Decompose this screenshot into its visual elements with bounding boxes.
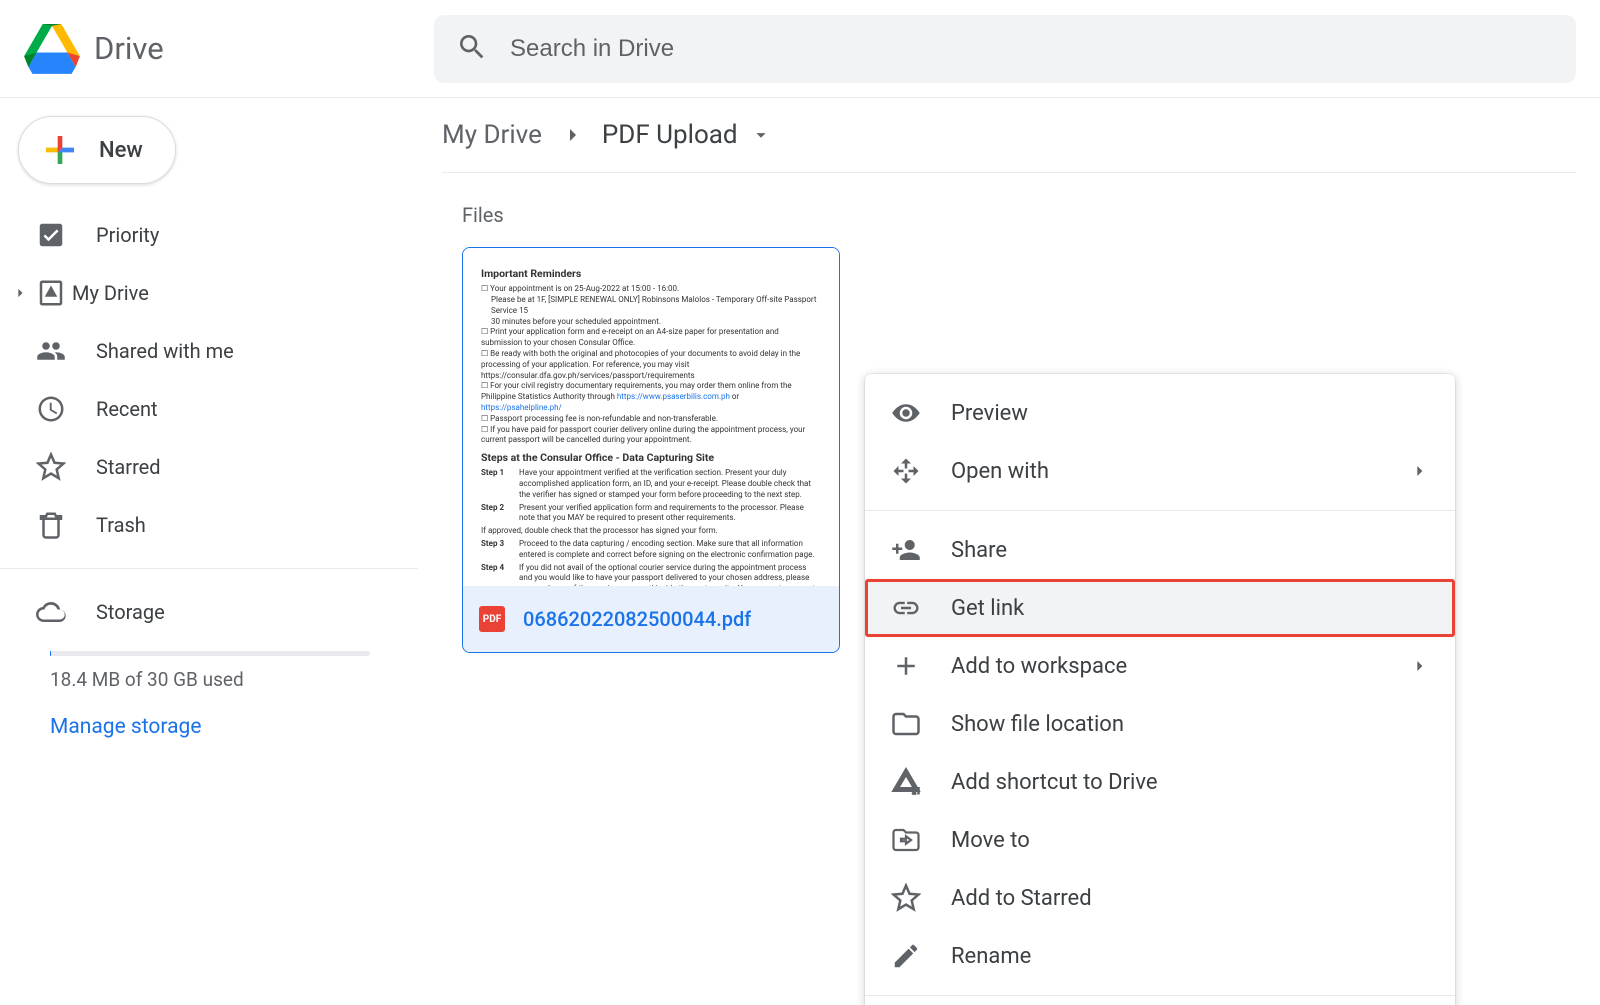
shared-icon [36, 336, 66, 366]
drive-logo-icon [24, 24, 80, 74]
menu-label: Add to workspace [951, 654, 1127, 679]
pdf-icon: PDF [479, 606, 505, 632]
file-thumbnail: Important Reminders ☐ Your appointment i… [463, 248, 839, 586]
menu-add-shortcut[interactable]: Add shortcut to Drive [865, 753, 1455, 811]
menu-get-link[interactable]: Get link [865, 579, 1455, 637]
sidebar-item-label: Shared with me [96, 339, 234, 363]
menu-open-with[interactable]: Open with [865, 442, 1455, 500]
pencil-icon [891, 941, 921, 971]
sidebar-item-label: Storage [96, 600, 165, 624]
file-name: 06862022082500044.pdf [523, 607, 751, 631]
sidebar-item-label: Trash [96, 513, 146, 537]
sidebar-item-starred[interactable]: Starred [0, 438, 388, 496]
open-with-icon [891, 456, 921, 486]
chevron-right-icon [1409, 461, 1429, 481]
breadcrumb-current-label: PDF Upload [602, 120, 738, 150]
move-icon [891, 825, 921, 855]
sidebar-item-storage[interactable]: Storage [0, 583, 388, 641]
breadcrumb: My Drive PDF Upload [442, 98, 1576, 173]
my-drive-icon [36, 278, 66, 308]
menu-label: Preview [951, 401, 1028, 426]
divider [865, 995, 1455, 996]
menu-label: Share [951, 538, 1007, 563]
menu-label: Rename [951, 944, 1031, 969]
menu-label: Add to Starred [951, 886, 1092, 911]
logo-area[interactable]: Drive [24, 24, 394, 74]
menu-preview[interactable]: Preview [865, 384, 1455, 442]
menu-add-starred[interactable]: Add to Starred [865, 869, 1455, 927]
sidebar-item-trash[interactable]: Trash [0, 496, 388, 554]
cloud-icon [36, 597, 66, 627]
chevron-right-icon [1409, 656, 1429, 676]
eye-icon [891, 398, 921, 428]
menu-label: Move to [951, 828, 1030, 853]
storage-text: 18.4 MB of 30 GB used [50, 668, 418, 691]
sidebar-item-label: Starred [96, 455, 161, 479]
menu-label: Add shortcut to Drive [951, 770, 1158, 795]
menu-label: Get link [951, 596, 1024, 621]
sidebar-item-shared[interactable]: Shared with me [0, 322, 388, 380]
person-add-icon [891, 535, 921, 565]
caret-down-icon [750, 124, 772, 146]
shortcut-icon [891, 767, 921, 797]
sidebar-item-recent[interactable]: Recent [0, 380, 388, 438]
main-content: My Drive PDF Upload Files Important Remi… [418, 98, 1600, 1005]
menu-show-location[interactable]: Show file location [865, 695, 1455, 753]
app-name: Drive [94, 30, 164, 67]
menu-share[interactable]: Share [865, 521, 1455, 579]
header: Drive [0, 0, 1600, 98]
priority-icon [36, 220, 66, 250]
sidebar: New Priority My Drive Shared with me Rec… [0, 98, 418, 1005]
storage-meter [50, 651, 370, 656]
clock-icon [36, 394, 66, 424]
new-button[interactable]: New [18, 116, 176, 184]
breadcrumb-current[interactable]: PDF Upload [602, 120, 772, 150]
search-input[interactable] [510, 35, 1554, 63]
breadcrumb-root[interactable]: My Drive [442, 120, 542, 150]
trash-icon [36, 510, 66, 540]
menu-move-to[interactable]: Move to [865, 811, 1455, 869]
plus-icon [39, 129, 81, 171]
folder-icon [891, 709, 921, 739]
chevron-right-icon [10, 283, 30, 303]
menu-add-workspace[interactable]: Add to workspace [865, 637, 1455, 695]
star-icon [891, 883, 921, 913]
file-card[interactable]: Important Reminders ☐ Your appointment i… [462, 247, 840, 653]
menu-label: Open with [951, 459, 1049, 484]
sidebar-item-priority[interactable]: Priority [0, 206, 388, 264]
manage-storage-link[interactable]: Manage storage [50, 715, 201, 739]
new-button-label: New [99, 138, 143, 163]
search-bar[interactable] [434, 15, 1576, 83]
sidebar-item-label: My Drive [72, 281, 149, 305]
divider [0, 568, 418, 569]
sidebar-item-my-drive[interactable]: My Drive [0, 264, 388, 322]
chevron-right-icon [560, 123, 584, 147]
star-icon [36, 452, 66, 482]
search-icon[interactable] [456, 31, 488, 67]
menu-label: Show file location [951, 712, 1124, 737]
context-menu: Preview Open with Share Get link Add to … [865, 374, 1455, 1005]
sidebar-item-label: Recent [96, 397, 158, 421]
menu-rename[interactable]: Rename [865, 927, 1455, 985]
plus-icon [891, 651, 921, 681]
file-footer: PDF 06862022082500044.pdf [463, 586, 839, 652]
sidebar-item-label: Priority [96, 223, 159, 247]
link-icon [891, 593, 921, 623]
divider [865, 510, 1455, 511]
files-section-label: Files [442, 173, 1576, 247]
